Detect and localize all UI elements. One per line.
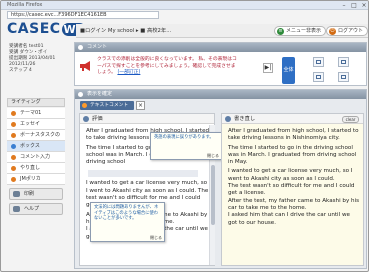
tooltip-text: 英語の表現に誤りがあります。: [154, 135, 214, 140]
sidebar-item-label: やり直し: [20, 165, 41, 171]
comment-tooltip[interactable]: 英語の表現に誤りがあります。 閉じる: [150, 132, 222, 160]
address-bar[interactable]: https://casec.evc...F396DF1EC4161EB: [7, 11, 159, 19]
paragraph: I asked him that can I drive the car unt…: [228, 212, 350, 226]
help-icon: [13, 206, 20, 212]
bullet-icon: [11, 166, 16, 171]
bullet-icon: [11, 111, 16, 116]
sidebar-item-label: ボーナスタスクの: [20, 132, 61, 138]
layout-icon: [341, 60, 346, 64]
megaphone-icon: [80, 61, 90, 71]
layout-button-4[interactable]: [338, 72, 349, 82]
scrollbar-thumb[interactable]: [211, 165, 215, 225]
nav-heading: ライティング: [7, 98, 65, 107]
user-line: ステップ 4: [9, 68, 32, 73]
bullet-icon: [11, 122, 16, 127]
layout-icon: [316, 60, 321, 64]
window-title: Mozilla Firefox: [7, 2, 43, 8]
minimize-icon[interactable]: –: [339, 2, 349, 9]
breadcrumb[interactable]: ■ログイン My school ▸ ■ 高校2年...: [80, 26, 171, 36]
bullet-icon: [11, 133, 16, 138]
sidebar-item-label: エッセイ: [20, 121, 41, 127]
logout-button[interactable]: ⏻ ログアウト: [326, 26, 368, 36]
editor-panel-title: 表示を確定: [87, 91, 113, 97]
paragraph: After I graduated from high school, I st…: [228, 128, 359, 142]
maximize-icon[interactable]: □: [349, 2, 359, 9]
panel-header-icon: [78, 92, 83, 97]
text-comment-label: テキストコメント: [90, 103, 129, 108]
sidebar-item-label: ボックス: [20, 143, 40, 149]
sidebar-item-redo[interactable]: やり直し: [7, 163, 65, 174]
logo-text: CASEC: [7, 21, 61, 37]
comment-panel: コメント クラスでの添削は全般的に良くなっています。 私、その表現はコーパスで探…: [74, 42, 367, 86]
help-button[interactable]: ヘルプ: [9, 203, 63, 215]
comment-text-block: クラスでの添削は全般的に良くなっています。 私、その表現はコーパスで探すことを参…: [97, 57, 239, 77]
sidebar-item-essay[interactable]: エッセイ: [7, 119, 65, 130]
sidebar-item-label: テーマ01: [20, 110, 42, 116]
sidebar-item-policy[interactable]: JMポリカ: [7, 174, 65, 185]
layout-button-3[interactable]: [313, 72, 324, 82]
layout-icon: [316, 75, 321, 79]
editor-panel-header: 表示を確定: [75, 90, 366, 99]
paragraph: The time I started to go in the driving …: [228, 144, 357, 166]
menu-icon: ≡: [277, 28, 284, 35]
clear-button[interactable]: clear: [342, 116, 359, 123]
tooltip-text: 文法的には問題ありませんが、ネイティブはこのような場合に使わないことが多いです。: [94, 205, 159, 221]
comment-tooltip[interactable]: 文法的には問題ありませんが、ネイティブはこのような場合に使わないことが多いです。…: [90, 202, 165, 242]
paragraph: I wanted to get a car license very much,…: [228, 168, 353, 182]
sidebar-item-comment-input[interactable]: コメント入力: [7, 152, 65, 163]
evaluation-pane: 評価 After I graduated from high school, I…: [79, 113, 222, 266]
bullet-icon: [11, 155, 16, 160]
tooltip-close[interactable]: 閉じる: [207, 153, 219, 159]
logout-label: ログアウト: [338, 28, 364, 34]
evaluation-title: 評価: [92, 116, 103, 122]
highlight-mark: [88, 170, 198, 177]
printer-icon: [13, 191, 20, 197]
comment-link[interactable]: (一部訂正): [117, 70, 140, 75]
user-info: 受講者名 test01 受講 ダウン・ポイ 提出期限 2013/04/01 20…: [7, 42, 65, 95]
hide-menu-button[interactable]: ≡ メニュー非表示: [274, 26, 327, 36]
rewrite-pane: 書き直し clear After I graduated from high s…: [221, 113, 364, 266]
help-label: ヘルプ: [24, 206, 40, 212]
layout-button-2[interactable]: [338, 57, 349, 67]
sidebar-item-label: JMポリカ: [20, 176, 41, 182]
tooltip-close[interactable]: 閉じる: [150, 235, 162, 241]
logout-icon: ⏻: [329, 28, 336, 35]
print-label: 印刷: [24, 191, 35, 197]
browser-window: Mozilla Firefox – □ × https://casec.evc.…: [0, 0, 369, 272]
sidebar-item-box[interactable]: ボックス: [7, 141, 65, 152]
bullet-icon: [11, 144, 16, 149]
print-button[interactable]: 印刷: [9, 188, 63, 200]
comment-panel-title: コメント: [87, 44, 108, 50]
hide-menu-label: メニュー非表示: [286, 28, 322, 34]
view-all-button[interactable]: 全体: [282, 57, 295, 84]
url-text: https://casec.evc...F396DF1EC4161EB: [11, 12, 107, 18]
close-window-icon[interactable]: ×: [359, 2, 368, 9]
panel-header-icon: [78, 45, 83, 50]
editor-panel: 表示を確定 テキストコメント × 評価 After I graduated fr…: [74, 89, 367, 269]
close-tool-button[interactable]: ×: [136, 101, 145, 110]
paragraph: After the test, my father came to Akashi…: [228, 197, 360, 211]
sidebar-item-theme[interactable]: テーマ01: [7, 108, 65, 119]
next-comment-button[interactable]: ▶|: [263, 63, 273, 73]
evaluation-pane-header: 評価: [80, 114, 214, 124]
rewrite-title: 書き直し: [234, 116, 256, 122]
layout-button-1[interactable]: [313, 57, 324, 67]
text-comment-tool[interactable]: テキストコメント: [80, 101, 134, 110]
paragraph: The test wasn't so difficult for me and …: [228, 183, 355, 197]
bullet-icon: [11, 177, 16, 182]
comment-tool-icon: [82, 103, 87, 108]
title-bar: Mozilla Firefox – □ ×: [1, 1, 368, 10]
pane-icon: [83, 116, 89, 122]
rewrite-text[interactable]: After I graduated from high school, I st…: [228, 128, 360, 227]
sidebar: 受講者名 test01 受講 ダウン・ポイ 提出期限 2013/04/01 20…: [7, 42, 65, 268]
editor-toolbar: テキストコメント ×: [78, 101, 364, 110]
layout-icon: [341, 75, 346, 79]
casec-logo: CASEC WT: [7, 21, 87, 37]
sidebar-item-bonus-task[interactable]: ボーナスタスクの: [7, 130, 65, 141]
sidebar-item-label: コメント入力: [20, 154, 51, 160]
comment-panel-header: コメント: [75, 43, 366, 52]
top-bar: ■ログイン My school ▸ ■ 高校2年... ≡ メニュー非表示 ⏻ …: [76, 24, 368, 38]
pane-icon: [225, 116, 231, 122]
